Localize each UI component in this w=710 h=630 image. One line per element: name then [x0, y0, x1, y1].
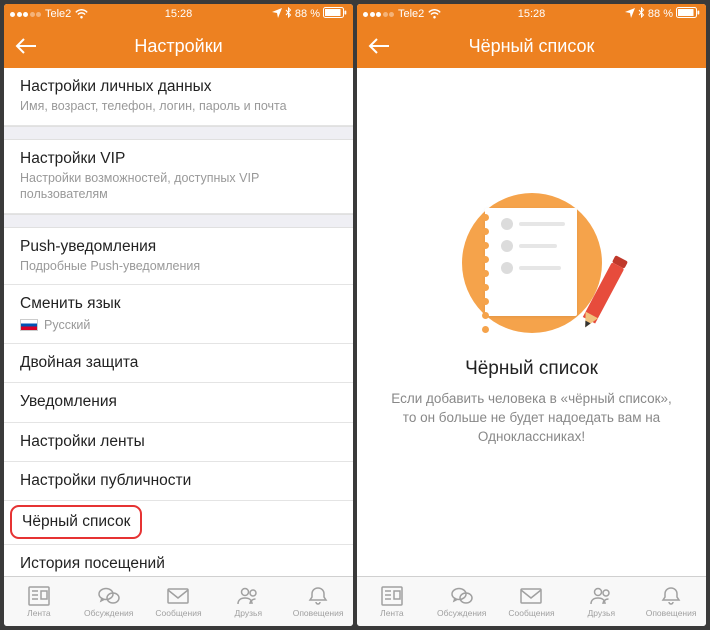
cell-title: Настройки VIP	[20, 149, 337, 168]
cell-title: Настройки ленты	[20, 432, 337, 451]
nav-title: Настройки	[4, 36, 353, 57]
tab-discussions[interactable]: Обсуждения	[427, 577, 497, 626]
tab-label: Лента	[380, 608, 404, 618]
clock-label: 15:28	[165, 8, 193, 20]
discussions-icon	[449, 585, 475, 607]
cell-title: Уведомления	[20, 392, 337, 411]
tab-feed[interactable]: Лента	[4, 577, 74, 626]
bluetooth-icon	[638, 7, 645, 21]
tab-label: Сообщения	[508, 608, 554, 618]
tab-label: Друзья	[588, 608, 616, 618]
tab-label: Оповещения	[293, 608, 344, 618]
nav-title: Чёрный список	[357, 36, 706, 57]
tab-label: Оповещения	[646, 608, 697, 618]
cell-language[interactable]: Сменить язык Русский	[4, 285, 353, 344]
wifi-icon	[75, 9, 88, 19]
cell-title: Настройки публичности	[20, 471, 337, 490]
empty-state: Чёрный список Если добавить человека в «…	[357, 68, 706, 447]
cell-personal-data[interactable]: Настройки личных данных Имя, возраст, те…	[4, 68, 353, 126]
annotation-highlight: Чёрный список	[10, 505, 142, 538]
status-bar: Tele2 15:28 88 %	[4, 4, 353, 24]
cell-title: История посещений	[20, 554, 337, 573]
friends-icon	[235, 585, 261, 607]
nav-bar: Настройки	[4, 24, 353, 68]
location-icon	[625, 8, 635, 21]
cell-privacy[interactable]: Настройки публичности	[4, 462, 353, 501]
flag-ru-icon	[20, 319, 38, 331]
friends-icon	[588, 585, 614, 607]
back-button[interactable]	[357, 24, 401, 68]
carrier-label: Tele2	[45, 8, 71, 20]
phone-blacklist: Tele2 15:28 88 % Чёрный список	[357, 4, 706, 626]
tab-messages[interactable]: Сообщения	[144, 577, 214, 626]
battery-label: 88 %	[295, 8, 320, 20]
bluetooth-icon	[285, 7, 292, 21]
messages-icon	[518, 585, 544, 607]
tab-bar: Лента Обсуждения Сообщения Друзья Оповещ…	[357, 576, 706, 626]
tab-label: Друзья	[235, 608, 263, 618]
cell-sub: Настройки возможностей, доступных VIP по…	[20, 170, 337, 203]
status-bar: Tele2 15:28 88 %	[357, 4, 706, 24]
cell-title: Настройки личных данных	[20, 77, 337, 96]
nav-bar: Чёрный список	[357, 24, 706, 68]
cell-title: Push-уведомления	[20, 237, 337, 256]
tab-alerts[interactable]: Оповещения	[636, 577, 706, 626]
tab-messages[interactable]: Сообщения	[497, 577, 567, 626]
cell-sub: Имя, возраст, телефон, логин, пароль и п…	[20, 98, 337, 114]
wifi-icon	[428, 9, 441, 19]
discussions-icon	[96, 585, 122, 607]
settings-list[interactable]: Настройки личных данных Имя, возраст, те…	[4, 68, 353, 576]
blacklist-content: Чёрный список Если добавить человека в «…	[357, 68, 706, 576]
tab-label: Сообщения	[155, 608, 201, 618]
tab-discussions[interactable]: Обсуждения	[74, 577, 144, 626]
location-icon	[272, 8, 282, 21]
signal-icon	[363, 12, 394, 17]
tab-alerts[interactable]: Оповещения	[283, 577, 353, 626]
battery-label: 88 %	[648, 8, 673, 20]
tab-feed[interactable]: Лента	[357, 577, 427, 626]
tab-bar: Лента Обсуждения Сообщения Друзья Оповещ…	[4, 576, 353, 626]
cell-title: Сменить язык	[20, 294, 337, 313]
tab-label: Обсуждения	[84, 608, 133, 618]
carrier-label: Tele2	[398, 8, 424, 20]
cell-title: Двойная защита	[20, 353, 337, 372]
section-divider	[4, 214, 353, 228]
tab-friends[interactable]: Друзья	[566, 577, 636, 626]
cell-notifications[interactable]: Уведомления	[4, 383, 353, 422]
back-arrow-icon	[368, 37, 390, 55]
empty-text: Если добавить человека в «чёрный список»…	[357, 390, 706, 447]
feed-icon	[26, 585, 52, 607]
back-arrow-icon	[15, 37, 37, 55]
messages-icon	[165, 585, 191, 607]
tab-label: Лента	[27, 608, 51, 618]
battery-icon	[323, 7, 347, 21]
cell-blacklist[interactable]: Чёрный список	[4, 501, 353, 544]
cell-history[interactable]: История посещений	[4, 545, 353, 576]
cell-push[interactable]: Push-уведомления Подробные Push-уведомле…	[4, 228, 353, 286]
signal-icon	[10, 12, 41, 17]
clock-label: 15:28	[518, 8, 546, 20]
tab-friends[interactable]: Друзья	[213, 577, 283, 626]
empty-title: Чёрный список	[465, 358, 598, 380]
cell-feed-settings[interactable]: Настройки ленты	[4, 423, 353, 462]
section-divider	[4, 126, 353, 140]
battery-icon	[676, 7, 700, 21]
tab-label: Обсуждения	[437, 608, 486, 618]
cell-sub: Подробные Push-уведомления	[20, 258, 337, 274]
empty-illustration	[457, 188, 607, 338]
bell-icon	[305, 585, 331, 607]
cell-two-factor[interactable]: Двойная защита	[4, 344, 353, 383]
cell-vip[interactable]: Настройки VIP Настройки возможностей, до…	[4, 140, 353, 214]
feed-icon	[379, 585, 405, 607]
language-value: Русский	[44, 317, 90, 333]
phone-settings: Tele2 15:28 88 % Настройки Настройки лич…	[4, 4, 353, 626]
bell-icon	[658, 585, 684, 607]
cell-title: Чёрный список	[22, 513, 130, 530]
back-button[interactable]	[4, 24, 48, 68]
